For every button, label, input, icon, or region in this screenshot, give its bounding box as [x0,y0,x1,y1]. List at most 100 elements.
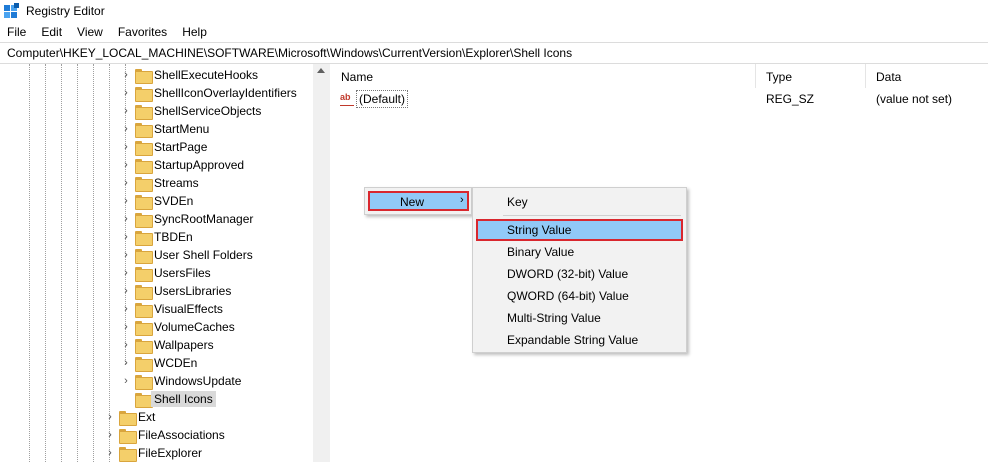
submenu-item-multi-string-value[interactable]: Multi-String Value [476,307,683,329]
chevron-right-icon[interactable]: › [122,340,130,351]
chevron-right-icon[interactable]: › [122,178,130,189]
chevron-right-icon[interactable]: › [122,124,130,135]
menu-item-new[interactable]: New › [368,191,469,211]
tree-item[interactable]: › ShellServiceObjects [0,102,313,120]
chevron-right-icon[interactable]: › [122,160,130,171]
tree-item[interactable]: › UsersFiles [0,264,313,282]
tree-item[interactable]: › ShellExecuteHooks [0,66,313,84]
folder-icon [135,69,153,84]
tree-item-label: SVDEn [154,194,194,208]
chevron-right-icon[interactable]: › [106,412,114,423]
tree-item-label: VisualEffects [154,302,223,316]
tree-item[interactable]: › ShellIconOverlayIdentifiers [0,84,313,102]
submenu-item-string-value[interactable]: String Value [476,219,683,241]
tree-item-label: UsersLibraries [154,284,232,298]
folder-icon [135,357,153,372]
address-path: Computer\HKEY_LOCAL_MACHINE\SOFTWARE\Mic… [7,46,573,60]
submenu-item-key[interactable]: Key [476,191,683,213]
chevron-right-icon[interactable]: › [122,268,130,279]
column-name[interactable]: Name [331,64,756,88]
folder-icon [135,213,153,228]
list-header: Name Type Data [331,64,988,88]
chevron-right-icon[interactable]: › [122,286,130,297]
title-bar: Registry Editor [0,0,988,22]
chevron-right-icon[interactable]: › [122,214,130,225]
menu-edit[interactable]: Edit [34,25,70,39]
tree-item[interactable]: Shell Icons [0,390,313,408]
registry-editor-icon [4,3,20,19]
tree-item[interactable]: › Wallpapers [0,336,313,354]
menu-favorites[interactable]: Favorites [111,25,175,39]
tree-item-label: Shell Icons [151,391,216,407]
tree-item-label: TBDEn [154,230,193,244]
chevron-right-icon[interactable]: › [122,106,130,117]
folder-icon [119,429,137,444]
chevron-right-icon[interactable]: › [122,358,130,369]
tree-item[interactable]: › StartupApproved [0,156,313,174]
folder-icon [135,285,153,300]
submenu-item-binary-value[interactable]: Binary Value [476,241,683,263]
menu-view[interactable]: View [70,25,111,39]
menu-item-new-label: New [400,195,425,209]
chevron-right-icon[interactable]: › [122,322,130,333]
tree-item[interactable]: › Streams [0,174,313,192]
chevron-right-icon[interactable]: › [122,88,130,99]
tree-item[interactable]: › VolumeCaches [0,318,313,336]
tree-item[interactable]: › StartMenu [0,120,313,138]
tree-item-label: VolumeCaches [154,320,235,334]
chevron-right-icon[interactable]: › [106,430,114,441]
submenu-item-qword-value[interactable]: QWORD (64-bit) Value [476,285,683,307]
tree-item[interactable]: › SyncRootManager [0,210,313,228]
tree-item-label: Wallpapers [154,338,214,352]
scroll-up-arrow-icon[interactable] [317,68,325,73]
folder-icon [135,321,153,336]
tree-item[interactable]: › VisualEffects [0,300,313,318]
tree-item-label: StartMenu [154,122,210,136]
tree-item-label: WCDEn [154,356,198,370]
tree-item-label: WindowsUpdate [154,374,242,388]
tree-item[interactable]: › WindowsUpdate [0,372,313,390]
chevron-right-icon[interactable]: › [122,70,130,81]
menu-file[interactable]: File [0,25,34,39]
chevron-right-icon[interactable]: › [122,304,130,315]
tree-item-label: ShellServiceObjects [154,104,262,118]
folder-icon [135,393,153,408]
column-data[interactable]: Data [866,64,988,88]
tree-item[interactable]: › WCDEn [0,354,313,372]
tree-item[interactable]: › TBDEn [0,228,313,246]
tree-scrollbar[interactable] [313,64,330,462]
chevron-right-icon: › [460,194,464,206]
folder-icon [135,177,153,192]
tree-item[interactable]: › StartPage [0,138,313,156]
address-bar[interactable]: Computer\HKEY_LOCAL_MACHINE\SOFTWARE\Mic… [0,42,988,64]
menu-bar: File Edit View Favorites Help [0,22,988,42]
folder-icon [135,231,153,246]
menu-help[interactable]: Help [175,25,215,39]
tree-item[interactable]: › SVDEn [0,192,313,210]
context-menu: New › [364,187,472,215]
folder-icon [135,195,153,210]
folder-icon [135,87,153,102]
chevron-right-icon[interactable]: › [122,250,130,261]
folder-icon [135,249,153,264]
folder-icon [135,123,153,138]
tree-item[interactable]: › FileAssociations [0,426,313,444]
tree-item[interactable]: › UsersLibraries [0,282,313,300]
tree-item[interactable]: › FileExplorer [0,444,313,462]
folder-icon [135,267,153,282]
chevron-right-icon[interactable]: › [122,196,130,207]
chevron-right-icon[interactable]: › [122,142,130,153]
folder-icon [135,141,153,156]
tree-item[interactable]: › Ext [0,408,313,426]
chevron-right-icon[interactable]: › [122,232,130,243]
column-type[interactable]: Type [756,64,866,88]
submenu-item-expandable-string-value[interactable]: Expandable String Value [476,329,683,351]
submenu-item-dword-value[interactable]: DWORD (32-bit) Value [476,263,683,285]
value-type: REG_SZ [766,92,815,106]
folder-icon [135,159,153,174]
table-row[interactable]: ab (Default) REG_SZ (value not set) [331,90,988,108]
tree-item-label: FileExplorer [138,446,203,460]
chevron-right-icon[interactable]: › [122,376,130,387]
chevron-right-icon[interactable]: › [106,448,114,459]
tree-item[interactable]: › User Shell Folders [0,246,313,264]
